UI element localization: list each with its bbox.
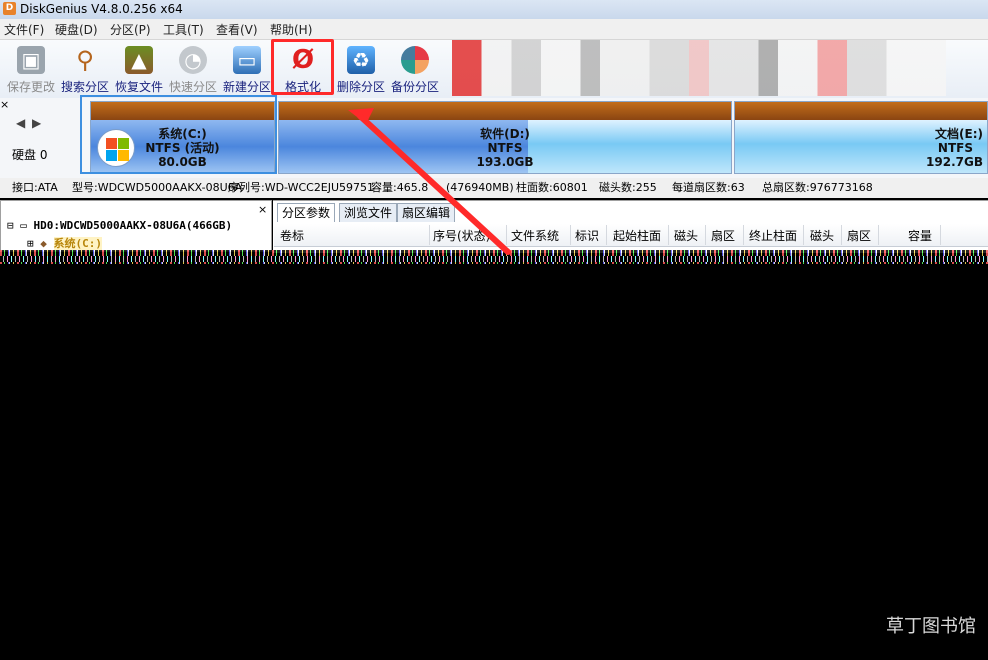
search-partition-button[interactable]: ⚲ 搜索分区 — [58, 44, 112, 96]
partition-icon: ◆ — [40, 237, 47, 250]
delete-partition-button[interactable]: ♻ 删除分区 — [334, 44, 388, 96]
recover-files-label: 恢复文件 — [114, 80, 163, 94]
info-model: 型号:WDCWD5000AAKX-08U6A — [72, 181, 243, 194]
next-disk-icon[interactable]: ▶ — [32, 116, 41, 130]
save-changes-label: 保存更改 — [6, 80, 55, 94]
tree-expand-icon[interactable]: ⊞ — [27, 237, 34, 250]
windows-logo-icon — [97, 129, 135, 167]
tree-collapse-icon[interactable]: ⊟ — [7, 219, 14, 232]
recover-box-icon: ▲ — [125, 46, 153, 74]
search-partition-label: 搜索分区 — [60, 80, 109, 94]
delete-partition-label: 删除分区 — [336, 80, 385, 94]
col-end-head[interactable]: 磁头 — [810, 227, 834, 244]
info-heads: 磁头数:255 — [599, 181, 657, 194]
hard-disk-icon: ▭ — [20, 219, 27, 232]
tree-node-partition-c[interactable]: ⊞ ◆ 系统(C:) — [27, 235, 102, 251]
backup-partition-label: 备份分区 — [390, 80, 439, 94]
new-partition-label: 新建分区 — [222, 80, 271, 94]
save-changes-button[interactable]: ▣ 保存更改 — [4, 44, 58, 96]
recycle-bin-icon: ♻ — [347, 46, 375, 74]
info-sectors-per-track: 每道扇区数:63 — [672, 181, 745, 194]
partition-e-fs: NTFS — [937, 141, 973, 155]
tab-partition-params[interactable]: 分区参数 — [277, 203, 336, 222]
title-bar: D DiskGenius V4.8.0.256 x64 — [0, 0, 988, 19]
format-highlight-box — [271, 39, 334, 95]
disk-tree: ⊟ ▭ HD0:WDCWD5000AAKX-08U6A(466GB) ⊞ ◆ 系… — [0, 200, 272, 252]
backup-partition-button[interactable]: 备份分区 — [388, 44, 442, 96]
menu-bar: 文件(F) 硬盘(D) 分区(P) 工具(T) 查看(V) 帮助(H) — [0, 19, 988, 40]
info-total-sectors: 总扇区数:976773168 — [762, 181, 873, 194]
window-title: DiskGenius V4.8.0.256 x64 — [20, 2, 183, 16]
tree-partition-label: 系统(C:) — [53, 237, 102, 250]
col-end-cylinder[interactable]: 终止柱面 — [749, 227, 797, 244]
tree-node-disk[interactable]: ⊟ ▭ HD0:WDCWD5000AAKX-08U6A(466GB) — [7, 219, 232, 232]
annotation-arrow-icon — [348, 108, 511, 255]
disk-label: 硬盘 0 — [12, 148, 48, 162]
menu-view[interactable]: 查看(V) — [216, 21, 258, 38]
menu-file[interactable]: 文件(F) — [4, 21, 44, 38]
quick-partition-disk-icon: ◔ — [179, 46, 207, 74]
partition-e[interactable]: 文档(E:) NTFS 192.7GB — [734, 101, 988, 174]
col-start-head[interactable]: 磁头 — [674, 227, 698, 244]
site-watermark: 草丁图书馆 — [886, 616, 976, 637]
prev-disk-icon[interactable]: ◀ — [16, 116, 25, 130]
col-start-cylinder[interactable]: 起始柱面 — [613, 227, 661, 244]
col-end-sector[interactable]: 扇区 — [847, 227, 871, 244]
tree-close-icon[interactable]: × — [258, 203, 267, 216]
quick-partition-label: 快速分区 — [168, 80, 217, 94]
app-logo-icon: D — [3, 2, 16, 15]
partition-e-size: 192.7GB — [926, 155, 983, 169]
menu-disk[interactable]: 硬盘(D) — [55, 21, 98, 38]
blurred-region — [452, 40, 946, 96]
new-partition-button[interactable]: ▭ 新建分区 — [220, 44, 274, 96]
recover-files-button[interactable]: ▲ 恢复文件 — [112, 44, 166, 96]
info-interface: 接口:ATA — [12, 181, 58, 194]
save-disk-icon: ▣ — [17, 46, 45, 74]
backup-pie-icon — [401, 46, 429, 74]
menu-tools[interactable]: 工具(T) — [163, 21, 204, 38]
new-partition-laptop-icon: ▭ — [233, 46, 261, 74]
tree-disk-label: HD0:WDCWD5000AAKX-08U6A(466GB) — [33, 219, 233, 232]
col-volume-label[interactable]: 卷标 — [280, 227, 304, 244]
col-capacity[interactable]: 容量 — [908, 227, 932, 244]
magnifier-icon: ⚲ — [76, 46, 94, 74]
col-start-sector[interactable]: 扇区 — [711, 227, 735, 244]
menu-help[interactable]: 帮助(H) — [270, 21, 312, 38]
quick-partition-button[interactable]: ◔ 快速分区 — [166, 44, 220, 96]
partition-e-name: 文档(E:) — [935, 127, 983, 141]
col-flag[interactable]: 标识 — [575, 227, 599, 244]
menu-partition[interactable]: 分区(P) — [110, 21, 151, 38]
